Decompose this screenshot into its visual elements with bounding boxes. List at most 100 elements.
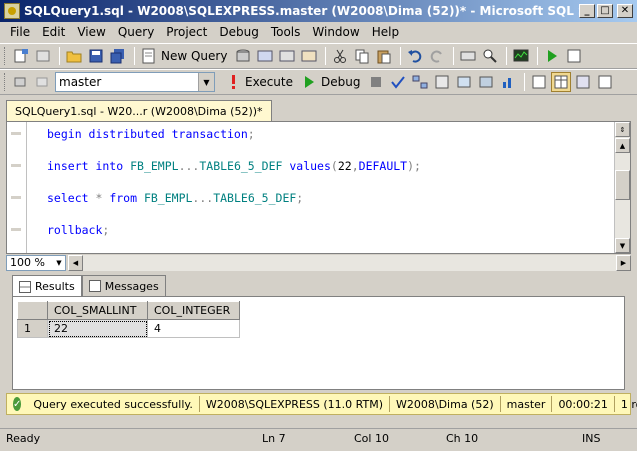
- grid-cell[interactable]: 22: [47, 319, 148, 338]
- menu-edit[interactable]: Edit: [36, 25, 71, 39]
- editor-horizontal-scrollbar[interactable]: ◀ ▶: [68, 254, 631, 271]
- undo-icon[interactable]: [405, 46, 425, 66]
- menu-window[interactable]: Window: [306, 25, 365, 39]
- open-folder-icon[interactable]: [64, 46, 84, 66]
- paste-icon[interactable]: [374, 46, 394, 66]
- scroll-right-icon[interactable]: ▶: [616, 254, 631, 271]
- execute-icon[interactable]: [223, 72, 243, 92]
- results-tab-strip: Results Messages: [12, 275, 166, 297]
- success-check-icon: ✓: [13, 397, 22, 411]
- code-line[interactable]: select * from FB_EMPL...TABLE6_5_DEF;: [47, 190, 421, 222]
- intellisense-icon[interactable]: [454, 72, 474, 92]
- code-token: FB_EMPL: [143, 191, 193, 205]
- navigate-icon[interactable]: [458, 46, 478, 66]
- menu-view[interactable]: View: [71, 25, 111, 39]
- code-token: );: [407, 159, 421, 173]
- client-statistics-icon[interactable]: [498, 72, 518, 92]
- new-project-icon[interactable]: [11, 46, 31, 66]
- menu-debug[interactable]: Debug: [213, 25, 264, 39]
- dmx-query-icon[interactable]: [277, 46, 297, 66]
- include-plan-icon[interactable]: [476, 72, 496, 92]
- db-engine-query-icon[interactable]: [233, 46, 253, 66]
- save-icon[interactable]: [86, 46, 106, 66]
- sql-editor-toolbar: master ▼ Execute Debug: [0, 69, 637, 95]
- query-status-user: W2008\Dima (52): [389, 396, 500, 412]
- tab-sqlquery1[interactable]: SQLQuery1.sql - W20...r (W2008\Dima (52)…: [6, 100, 272, 122]
- code-token: ,: [351, 159, 359, 173]
- available-databases-select[interactable]: master ▼: [55, 72, 215, 92]
- query-designer-icon[interactable]: [432, 72, 452, 92]
- table-row[interactable]: 1 22 4: [17, 319, 240, 338]
- query-status-database: master: [499, 396, 552, 412]
- code-token: insert into: [47, 159, 131, 173]
- tab-messages[interactable]: Messages: [81, 275, 166, 296]
- column-header[interactable]: COL_INTEGER: [147, 301, 240, 320]
- comment-icon[interactable]: [595, 72, 615, 92]
- save-all-icon[interactable]: [108, 46, 128, 66]
- connect-icon[interactable]: [11, 72, 31, 92]
- menu-tools[interactable]: Tools: [265, 25, 307, 39]
- chevron-down-icon[interactable]: ▼: [198, 73, 214, 91]
- results-grid[interactable]: COL_SMALLINT COL_INTEGER 1 22 4: [17, 301, 240, 338]
- code-token: ;: [296, 191, 304, 205]
- copy-icon[interactable]: [352, 46, 372, 66]
- ssms-app-icon: [4, 3, 20, 19]
- cut-icon[interactable]: [330, 46, 350, 66]
- query-editor[interactable]: begin distributed transaction; insert int…: [6, 121, 631, 254]
- query-status-message: Query executed successfully.: [33, 397, 193, 411]
- add-item-icon[interactable]: [33, 46, 53, 66]
- column-header[interactable]: COL_SMALLINT: [47, 301, 148, 320]
- mdx-query-icon[interactable]: [255, 46, 275, 66]
- zoom-select[interactable]: 100 % ▼: [6, 254, 66, 271]
- results-to-file-icon[interactable]: [573, 72, 593, 92]
- editor-vertical-scrollbar[interactable]: ⇕ ▲ ▼: [614, 122, 630, 253]
- tab-results[interactable]: Results: [12, 275, 82, 297]
- new-query-icon[interactable]: [139, 46, 159, 66]
- code-token: DEFAULT: [358, 159, 408, 173]
- start-debugging-icon[interactable]: [542, 46, 562, 66]
- change-connection-icon[interactable]: [33, 72, 53, 92]
- redo-icon[interactable]: [427, 46, 447, 66]
- database-value: master: [59, 75, 102, 89]
- scroll-left-icon[interactable]: ◀: [68, 254, 83, 271]
- toolbar-separator: [134, 47, 135, 65]
- parse-icon[interactable]: [388, 72, 408, 92]
- scroll-thumb[interactable]: [615, 170, 630, 200]
- new-query-button[interactable]: New Query: [161, 49, 227, 63]
- display-plan-icon[interactable]: [410, 72, 430, 92]
- maximize-button[interactable]: □: [597, 4, 613, 18]
- minimize-button[interactable]: _: [579, 4, 595, 18]
- find-icon[interactable]: [480, 46, 500, 66]
- properties-icon[interactable]: [564, 46, 584, 66]
- code-token: ...: [192, 191, 214, 205]
- code-line[interactable]: rollback;: [47, 222, 421, 254]
- scroll-down-icon[interactable]: ▼: [615, 238, 630, 253]
- results-to-text-icon[interactable]: [529, 72, 549, 92]
- menu-query[interactable]: Query: [112, 25, 160, 39]
- standard-toolbar: New Query: [0, 43, 637, 69]
- code-line[interactable]: begin distributed transaction;: [47, 126, 421, 158]
- cancel-query-icon[interactable]: [366, 72, 386, 92]
- menu-project[interactable]: Project: [160, 25, 213, 39]
- menu-help[interactable]: Help: [366, 25, 405, 39]
- results-to-grid-icon[interactable]: [551, 72, 572, 92]
- toolbar-separator: [537, 47, 539, 65]
- debug-button[interactable]: Debug: [321, 75, 360, 89]
- toolbar-grip[interactable]: [4, 47, 7, 65]
- grid-cell[interactable]: 4: [147, 319, 240, 338]
- toolbar-grip[interactable]: [4, 73, 7, 91]
- activity-monitor-icon[interactable]: [511, 46, 531, 66]
- grid-corner[interactable]: [17, 301, 48, 320]
- debug-play-icon[interactable]: [299, 72, 319, 92]
- xmla-query-icon[interactable]: [299, 46, 319, 66]
- execute-button[interactable]: Execute: [245, 75, 293, 89]
- row-number[interactable]: 1: [17, 319, 48, 338]
- chevron-down-icon[interactable]: ▼: [53, 256, 65, 270]
- sql-code[interactable]: begin distributed transaction; insert int…: [47, 126, 421, 254]
- scroll-up-icon[interactable]: ▲: [615, 138, 630, 153]
- menu-file[interactable]: File: [4, 25, 36, 39]
- query-status-rows: 1 rows: [613, 396, 637, 412]
- code-line[interactable]: insert into FB_EMPL...TABLE6_5_DEF value…: [47, 158, 421, 190]
- close-button[interactable]: ✕: [617, 4, 633, 18]
- split-icon[interactable]: ⇕: [615, 122, 630, 137]
